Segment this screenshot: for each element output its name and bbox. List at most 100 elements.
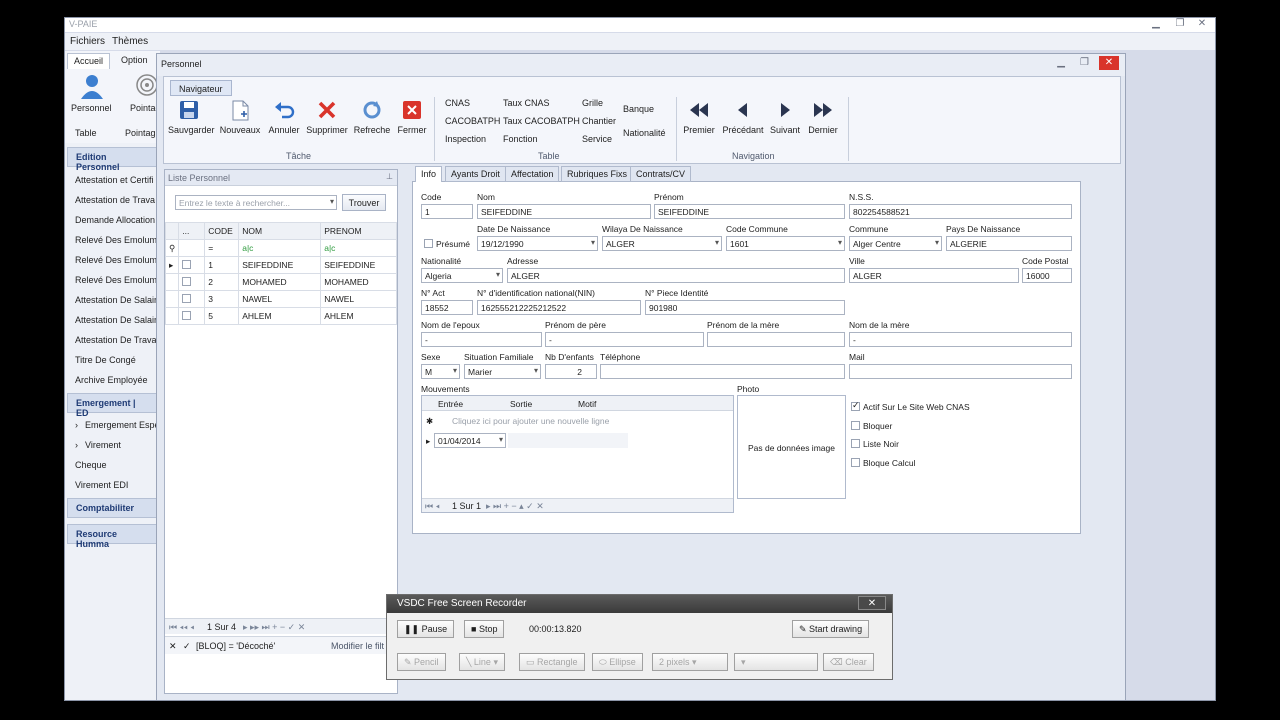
ville-field[interactable]: ALGER bbox=[849, 268, 1019, 283]
link-service[interactable]: Service bbox=[582, 134, 612, 144]
bloquer-checkbox[interactable] bbox=[851, 421, 860, 430]
liste-noir-checkbox[interactable] bbox=[851, 439, 860, 448]
group-emergement[interactable]: Emergement | ED bbox=[67, 393, 159, 418]
new-row-hint[interactable]: Cliquez ici pour ajouter une nouvelle li… bbox=[452, 416, 609, 426]
table-row[interactable]: ▸ 1 SEIFEDDINE SEIFEDDINE bbox=[164, 256, 397, 274]
clear-button[interactable]: ⌫ Clear bbox=[823, 653, 874, 671]
close-icon[interactable]: ✕ bbox=[858, 596, 886, 610]
new-button[interactable]: Nouveaux bbox=[218, 99, 262, 135]
pager-nav-icons[interactable]: ⏮ ◂ bbox=[425, 501, 440, 512]
col-entree[interactable]: Entrée bbox=[438, 399, 463, 409]
sexe-select[interactable]: M bbox=[421, 364, 460, 379]
code-postal-field[interactable]: 16000 bbox=[1022, 268, 1072, 283]
rectangle-tool[interactable]: ▭ Rectangle bbox=[519, 653, 585, 671]
personnel-label[interactable]: Personnel bbox=[71, 103, 112, 113]
sidebar-item[interactable]: Relevé Des Emolume bbox=[75, 235, 162, 245]
nin-field[interactable]: 162555212225212522 bbox=[477, 300, 641, 315]
mouvement-date-field[interactable]: 01/04/2014 bbox=[434, 433, 506, 448]
mail-field[interactable] bbox=[849, 364, 1072, 379]
restore-icon[interactable]: ❐ bbox=[1173, 18, 1187, 31]
wilaya-select[interactable]: ALGER bbox=[602, 236, 722, 251]
link-fonction[interactable]: Fonction bbox=[503, 134, 538, 144]
epoux-field[interactable]: - bbox=[421, 332, 542, 347]
stroke-width-select[interactable]: 2 pixels ▾ bbox=[652, 653, 728, 671]
prenom-pere-field[interactable]: - bbox=[545, 332, 704, 347]
actif-checkbox[interactable] bbox=[851, 400, 860, 411]
code-commune-select[interactable]: 1601 bbox=[726, 236, 845, 251]
tab-option[interactable]: Option bbox=[115, 53, 154, 69]
minimize-icon[interactable]: ▁ bbox=[1149, 18, 1163, 31]
sidebar-item[interactable]: Virement bbox=[85, 440, 121, 450]
tab-affectation[interactable]: Affectation bbox=[505, 166, 560, 182]
filter-prenom[interactable]: a|c bbox=[320, 239, 397, 257]
link-cnas[interactable]: CNAS bbox=[445, 98, 470, 108]
tab-contrats[interactable]: Contrats/CV bbox=[630, 166, 692, 182]
row-checkbox[interactable] bbox=[182, 310, 192, 320]
col-motif[interactable]: Motif bbox=[578, 399, 596, 409]
modify-filter-link[interactable]: Modifier le filt bbox=[331, 641, 384, 651]
col-nom[interactable]: NOM bbox=[238, 222, 322, 240]
ellipse-tool[interactable]: ⬭ Ellipse bbox=[592, 653, 643, 671]
pin-icon[interactable]: ⊥ bbox=[386, 172, 393, 181]
filter-enabled-icon[interactable]: ✓ bbox=[183, 641, 191, 652]
pencil-tool[interactable]: ✎ Pencil bbox=[397, 653, 446, 671]
tab-navigateur[interactable]: Navigateur bbox=[170, 80, 232, 96]
link-nationalite[interactable]: Nationalité bbox=[623, 128, 666, 138]
row-checkbox[interactable] bbox=[182, 259, 192, 269]
pager-nav-icons[interactable]: ▸ ▸▸ ⏭ + − ✓ ✕ bbox=[243, 622, 305, 633]
refresh-button[interactable]: Refreche bbox=[352, 99, 392, 135]
link-taux-cacobatph[interactable]: Taux CACOBATPH bbox=[503, 116, 580, 126]
color-select[interactable]: ▾ bbox=[734, 653, 818, 671]
close-icon[interactable]: ✕ bbox=[1099, 56, 1119, 70]
filter-code[interactable]: = bbox=[204, 239, 240, 257]
sidebar-item[interactable]: Attestation De Trava bbox=[75, 335, 157, 345]
sidebar-item[interactable]: Attestation et Certifi bbox=[75, 175, 154, 185]
start-drawing-button[interactable]: ✎ Start drawing bbox=[792, 620, 870, 638]
minimize-icon[interactable]: ▁ bbox=[1057, 57, 1065, 68]
pager-nav-icons[interactable]: ⏮ ◂◂ ◂ bbox=[169, 622, 194, 633]
link-chantier[interactable]: Chantier bbox=[582, 116, 616, 126]
last-button[interactable]: Dernier bbox=[805, 99, 841, 135]
sidebar-item[interactable]: Titre De Congé bbox=[75, 355, 136, 365]
table-row[interactable]: 2 MOHAMED MOHAMED bbox=[164, 273, 397, 291]
cancel-button[interactable]: Annuler bbox=[266, 99, 302, 135]
tab-accueil[interactable]: Accueil bbox=[67, 53, 111, 69]
sidebar-item[interactable]: Emergement Espè bbox=[85, 420, 160, 430]
pager-nav-icons[interactable]: ▸ ⏭ + − ▴ ✓ ✕ bbox=[486, 501, 544, 512]
previous-button[interactable]: Précédant bbox=[721, 99, 765, 135]
bloque-calcul-checkbox[interactable] bbox=[851, 458, 860, 467]
person-icon[interactable] bbox=[79, 73, 105, 99]
col-prenom[interactable]: PRENOM bbox=[320, 222, 397, 240]
link-grille[interactable]: Grille bbox=[582, 98, 603, 108]
piece-field[interactable]: 901980 bbox=[645, 300, 845, 315]
tab-info[interactable]: Info bbox=[415, 166, 443, 182]
first-button[interactable]: Premier bbox=[680, 99, 718, 135]
menu-themes[interactable]: Thèmes bbox=[112, 36, 148, 47]
sidebar-item[interactable]: Archive Employée bbox=[75, 375, 148, 385]
search-input[interactable]: Entrez le texte à rechercher... bbox=[175, 195, 337, 210]
sidebar-item[interactable]: Attestation de Trava bbox=[75, 195, 155, 205]
col-select[interactable]: ... bbox=[178, 222, 206, 240]
table-row[interactable]: 3 NAWEL NAWEL bbox=[164, 290, 397, 308]
link-banque[interactable]: Banque bbox=[623, 104, 654, 114]
stop-button[interactable]: ■ Stop bbox=[464, 620, 505, 638]
sidebar-item[interactable]: Cheque bbox=[75, 460, 107, 470]
col-sortie[interactable]: Sortie bbox=[510, 399, 532, 409]
prenom-mere-field[interactable] bbox=[707, 332, 845, 347]
save-button[interactable]: Sauvgarder bbox=[168, 99, 215, 135]
situation-select[interactable]: Marier bbox=[464, 364, 541, 379]
nss-field[interactable]: 802254588521 bbox=[849, 204, 1072, 219]
sidebar-item[interactable]: Relevé Des Emolume bbox=[75, 255, 162, 265]
commune-select[interactable]: Alger Centre bbox=[849, 236, 942, 251]
adresse-field[interactable]: ALGER bbox=[507, 268, 845, 283]
menu-fichiers[interactable]: Fichiers bbox=[70, 36, 105, 47]
link-cacobatph[interactable]: CACOBATPH bbox=[445, 116, 500, 126]
pause-button[interactable]: ❚❚ Pause bbox=[397, 620, 455, 638]
tab-ayants-droit[interactable]: Ayants Droit bbox=[445, 166, 506, 182]
group-edition-personnel[interactable]: Edition Personnel bbox=[67, 147, 159, 172]
prenom-field[interactable]: SEIFEDDINE bbox=[654, 204, 845, 219]
nom-mere-field[interactable]: - bbox=[849, 332, 1072, 347]
group-resource-humaine[interactable]: Resource Humma bbox=[67, 524, 159, 549]
row-checkbox[interactable] bbox=[182, 276, 192, 286]
line-tool[interactable]: ╲ Line ▾ bbox=[459, 653, 505, 671]
